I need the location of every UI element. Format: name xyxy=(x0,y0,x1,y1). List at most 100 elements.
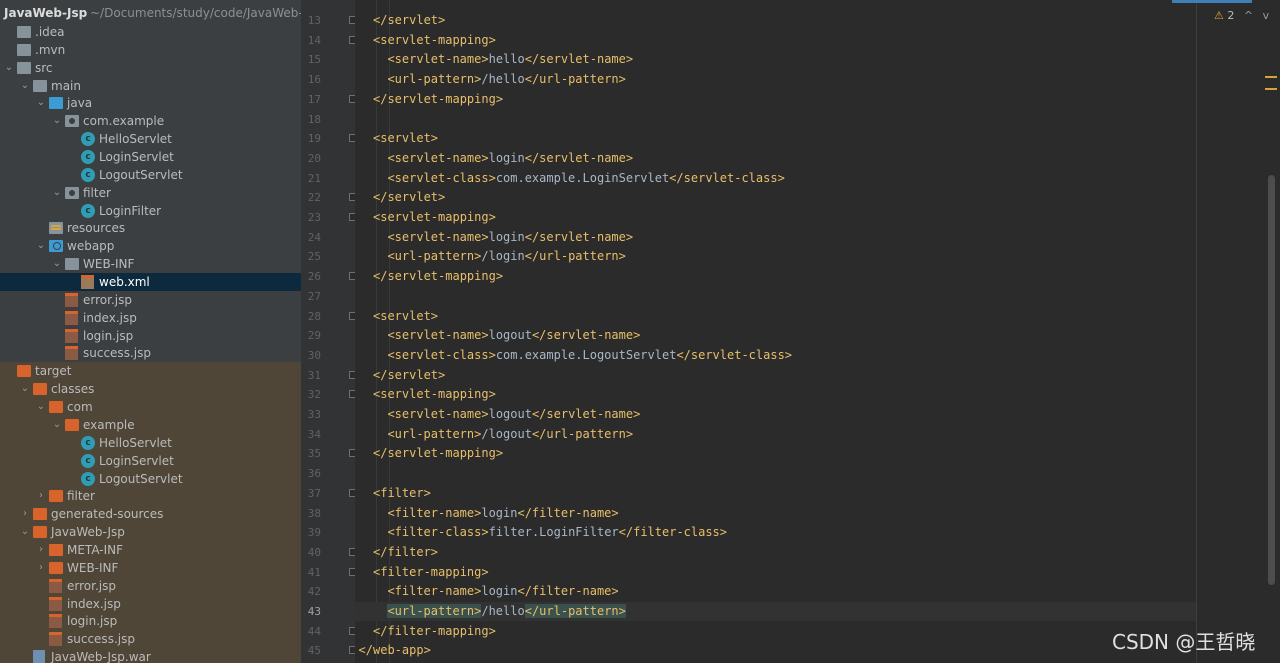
code-line[interactable]: <servlet-mapping> xyxy=(355,31,1267,50)
chevron-down-icon[interactable]: ⌄ xyxy=(35,94,47,112)
code-line[interactable]: <servlet-class>com.example.LogoutServlet… xyxy=(355,346,1267,365)
code-line[interactable]: </servlet> xyxy=(355,188,1267,207)
code-line[interactable]: <filter-mapping> xyxy=(355,563,1267,582)
vertical-scrollbar[interactable] xyxy=(1268,175,1275,585)
code-line[interactable]: <servlet-mapping> xyxy=(355,385,1267,404)
tree-item[interactable]: index.jsp xyxy=(0,309,301,327)
line-number[interactable]: 37 xyxy=(301,484,321,503)
tree-item[interactable]: ⌄ com.example xyxy=(0,112,301,130)
line-number[interactable]: 18 xyxy=(301,110,321,129)
chevron-down-icon[interactable]: ⌄ xyxy=(19,380,31,398)
tree-item[interactable]: .mvn xyxy=(0,41,301,59)
tree-item[interactable]: › WEB-INF xyxy=(0,558,301,577)
tree-item[interactable]: login.jsp xyxy=(0,612,301,631)
line-number[interactable]: 17 xyxy=(301,90,321,109)
line-number[interactable]: 28 xyxy=(301,307,321,326)
line-number[interactable]: 31 xyxy=(301,366,321,385)
tree-item[interactable]: index.jsp xyxy=(0,594,301,613)
line-number[interactable]: 25 xyxy=(301,247,321,266)
tree-item[interactable]: ⌄ src xyxy=(0,59,301,77)
tree-item[interactable]: c HelloServlet xyxy=(0,433,301,452)
code-line[interactable]: <filter-name>login</filter-name> xyxy=(355,582,1267,601)
line-number[interactable]: 21 xyxy=(301,169,321,188)
chevron-down-icon[interactable]: ⌄ xyxy=(3,59,15,77)
tree-item[interactable]: error.jsp xyxy=(0,291,301,309)
code-line[interactable]: <filter-name>login</filter-name> xyxy=(355,504,1267,523)
code-line[interactable]: </filter> xyxy=(355,543,1267,562)
editor-gutter[interactable]: 13 14 15 16 17 18 19 20 21 22 23 24 25 26 27 28 29 30 31 32… xyxy=(301,0,357,663)
line-number[interactable]: 30 xyxy=(301,346,321,365)
line-number[interactable]: 43 xyxy=(301,602,321,621)
tree-item[interactable]: › filter xyxy=(0,487,301,506)
code-line[interactable]: </servlet> xyxy=(355,366,1267,385)
project-tree[interactable]: JavaWeb-Jsp ~/Documents/study/code/JavaW… xyxy=(0,0,301,663)
tree-item[interactable]: target xyxy=(0,362,301,381)
tree-item[interactable]: error.jsp xyxy=(0,576,301,595)
line-number[interactable]: 20 xyxy=(301,149,321,168)
next-highlight-button[interactable]: v xyxy=(1263,9,1270,22)
line-number[interactable]: 13 xyxy=(301,11,321,30)
code-line[interactable]: <servlet-name>logout</servlet-name> xyxy=(355,405,1267,424)
line-number[interactable]: 44 xyxy=(301,622,321,641)
line-number[interactable]: 14 xyxy=(301,31,321,50)
line-number[interactable]: 41 xyxy=(301,563,321,582)
tree-item[interactable]: c LoginFilter xyxy=(0,202,301,220)
code-line[interactable]: </servlet-mapping> xyxy=(355,267,1267,286)
tree-item[interactable]: ⌄ com xyxy=(0,398,301,417)
code-line[interactable]: <servlet-name>logout</servlet-name> xyxy=(355,326,1267,345)
line-number[interactable]: 34 xyxy=(301,425,321,444)
chevron-down-icon[interactable]: ⌄ xyxy=(35,398,47,416)
code-line[interactable]: <servlet-name>login</servlet-name> xyxy=(355,228,1267,247)
code-line[interactable]: <filter> xyxy=(355,484,1267,503)
line-number[interactable]: 45 xyxy=(301,641,321,660)
tree-item[interactable]: › generated-sources xyxy=(0,505,301,524)
chevron-right-icon[interactable]: › xyxy=(35,487,47,505)
tree-item[interactable]: ⌄ main xyxy=(0,77,301,95)
line-number[interactable]: 38 xyxy=(301,504,321,523)
code-line[interactable] xyxy=(355,110,1267,129)
tree-item[interactable]: c LoginServlet xyxy=(0,148,301,166)
code-line[interactable]: <url-pattern>/login</url-pattern> xyxy=(355,247,1267,266)
inspection-widget[interactable]: ⚠ 2 ^ v xyxy=(1214,8,1269,24)
code-line[interactable] xyxy=(355,464,1267,483)
chevron-down-icon[interactable]: ⌄ xyxy=(51,184,63,202)
code-line[interactable] xyxy=(355,287,1267,306)
line-number[interactable]: 19 xyxy=(301,129,321,148)
tree-item[interactable]: ⌄ WEB-INF xyxy=(0,255,301,273)
warning-stripe-marker[interactable] xyxy=(1265,76,1277,78)
line-number[interactable]: 35 xyxy=(301,444,321,463)
tree-item[interactable]: .idea xyxy=(0,23,301,41)
tree-item[interactable]: c LogoutServlet xyxy=(0,166,301,184)
code-line[interactable]: <url-pattern>/hello</url-pattern> xyxy=(355,70,1267,89)
code-line[interactable]: </servlet> xyxy=(355,11,1267,30)
line-number[interactable]: 22 xyxy=(301,188,321,207)
line-number[interactable]: 16 xyxy=(301,70,321,89)
tree-item[interactable]: web.xml xyxy=(0,273,301,292)
code-line[interactable]: </servlet-mapping> xyxy=(355,444,1267,463)
project-root-row[interactable]: JavaWeb-Jsp ~/Documents/study/code/JavaW… xyxy=(0,4,301,22)
tree-item[interactable]: c LoginServlet xyxy=(0,451,301,470)
chevron-down-icon[interactable]: ⌄ xyxy=(19,523,31,541)
tree-item[interactable]: ⌄ JavaWeb-Jsp xyxy=(0,523,301,542)
tree-item[interactable]: c LogoutServlet xyxy=(0,469,301,488)
code-line[interactable]: <servlet-mapping> xyxy=(355,208,1267,227)
chevron-down-icon[interactable]: ⌄ xyxy=(51,416,63,434)
tree-item[interactable]: login.jsp xyxy=(0,327,301,345)
code-line[interactable]: <servlet> xyxy=(355,129,1267,148)
line-number[interactable]: 40 xyxy=(301,543,321,562)
chevron-down-icon[interactable]: ⌄ xyxy=(35,237,47,255)
tree-item[interactable]: ⌄ classes xyxy=(0,380,301,399)
warning-icon[interactable]: ⚠ xyxy=(1214,9,1224,22)
tree-item[interactable]: success.jsp xyxy=(0,344,301,362)
line-number[interactable]: 36 xyxy=(301,464,321,483)
line-number[interactable]: 29 xyxy=(301,326,321,345)
line-number[interactable]: 24 xyxy=(301,228,321,247)
tree-item[interactable]: ⌄ filter xyxy=(0,184,301,202)
line-number[interactable]: 32 xyxy=(301,385,321,404)
line-number[interactable]: 33 xyxy=(301,405,321,424)
code-editor[interactable]: </servlet> <servlet-mapping> <servlet-name… xyxy=(355,0,1280,663)
line-number[interactable]: 23 xyxy=(301,208,321,227)
line-number[interactable]: 27 xyxy=(301,287,321,306)
tree-item[interactable]: ⌄ webapp xyxy=(0,237,301,255)
tree-item[interactable]: ⌄ java xyxy=(0,94,301,112)
